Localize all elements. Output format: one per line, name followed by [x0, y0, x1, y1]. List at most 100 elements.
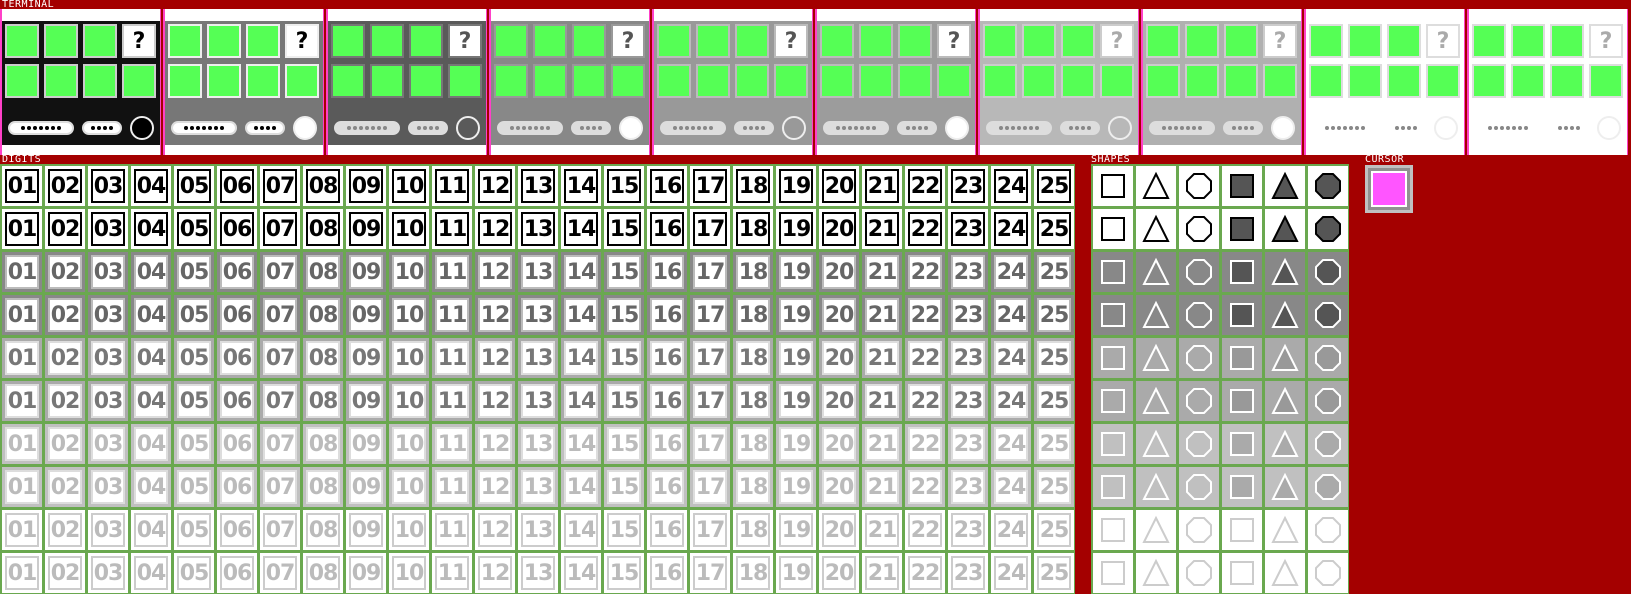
square-filled-icon: [1222, 166, 1262, 206]
digit-label: 08: [306, 341, 340, 375]
port-pin: [842, 126, 846, 130]
digit-label: 23: [951, 384, 985, 418]
digit-tile: 05: [174, 424, 214, 464]
panel-face: ?: [980, 21, 1138, 145]
panel-face: ?: [1469, 21, 1627, 145]
digit-tile: 14: [561, 381, 601, 421]
digit-tile: 19: [776, 381, 816, 421]
digit-tile: 24: [991, 510, 1031, 550]
green-key: [533, 24, 567, 58]
digit-tile: 25: [1034, 467, 1074, 507]
digit-label: 14: [564, 298, 598, 332]
digit-label: 24: [994, 212, 1028, 246]
port-pin: [1325, 126, 1329, 130]
digit-label: 18: [736, 169, 770, 203]
question-key: ?: [774, 24, 808, 58]
port-pin: [254, 126, 258, 130]
green-key: [44, 24, 78, 58]
port-pin: [1494, 126, 1498, 130]
green-key: [657, 64, 691, 98]
digit-label: 18: [736, 255, 770, 289]
question-key: ?: [611, 24, 645, 58]
digit-label: 07: [263, 384, 297, 418]
digit-label: 11: [435, 169, 469, 203]
digit-label: 05: [177, 169, 211, 203]
digit-label: 14: [564, 427, 598, 461]
digit-label: 03: [91, 212, 125, 246]
digit-tile: 11: [432, 381, 472, 421]
green-key: [1309, 64, 1343, 98]
digit-tile: 19: [776, 252, 816, 292]
digit-label: 18: [736, 556, 770, 590]
digit-tile: 24: [991, 295, 1031, 335]
digit-label: 09: [349, 298, 383, 332]
digit-tile: 12: [475, 295, 515, 335]
terminal-panel: ?: [815, 9, 976, 155]
digit-label: 07: [263, 212, 297, 246]
green-key: [168, 24, 202, 58]
digit-label: 13: [521, 212, 555, 246]
port-pin: [1343, 126, 1347, 130]
port-pin: [353, 126, 357, 130]
green-key: [1146, 24, 1180, 58]
port-pin: [196, 126, 200, 130]
digit-tile: 13: [518, 381, 558, 421]
panel-face: ?: [491, 21, 649, 145]
digit-label: 05: [177, 341, 211, 375]
digit-tile: 11: [432, 209, 472, 249]
question-key: ?: [285, 24, 319, 58]
green-key: [83, 64, 117, 98]
triangle-filled-icon: [1265, 510, 1305, 550]
digit-tile: 08: [303, 166, 343, 206]
digit-label: 01: [5, 470, 39, 504]
port-pin: [1250, 126, 1254, 130]
digit-label: 03: [91, 341, 125, 375]
digit-tile: 23: [948, 295, 988, 335]
digit-tile: 07: [260, 295, 300, 335]
digit-tile: 22: [905, 252, 945, 292]
port-pin: [1180, 126, 1184, 130]
terminal-panel: ?: [978, 9, 1139, 155]
port-pin: [417, 126, 421, 130]
digit-label: 01: [5, 169, 39, 203]
port-slot-small: [1549, 121, 1589, 135]
port-pin: [673, 126, 677, 130]
digit-label: 02: [48, 255, 82, 289]
digit-label: 11: [435, 384, 469, 418]
digit-tile: 01: [2, 510, 42, 550]
digit-tile: 16: [647, 338, 687, 378]
digit-tile: 06: [217, 381, 257, 421]
digit-label: 22: [908, 384, 942, 418]
digit-label: 18: [736, 384, 770, 418]
digit-tile: 01: [2, 467, 42, 507]
digit-label: 23: [951, 255, 985, 289]
digit-tile: 10: [389, 252, 429, 292]
green-key: [1426, 64, 1460, 98]
digit-label: 21: [865, 470, 899, 504]
port-slot: [8, 121, 74, 135]
green-key: [409, 64, 443, 98]
triangle-filled-icon: [1265, 166, 1305, 206]
digit-label: 12: [478, 341, 512, 375]
digit-label: 22: [908, 513, 942, 547]
digit-tile: 22: [905, 295, 945, 335]
port-pin: [848, 126, 852, 130]
port-slot: [1149, 121, 1215, 135]
digit-tile: 04: [131, 209, 171, 249]
digit-label: 21: [865, 384, 899, 418]
digit-tile: 17: [690, 510, 730, 550]
digit-label: 20: [822, 298, 856, 332]
digit-label: 03: [91, 298, 125, 332]
triangle-filled-icon: [1265, 252, 1305, 292]
digit-label: 08: [306, 470, 340, 504]
port-pin: [1005, 126, 1009, 130]
square-filled-icon: [1222, 381, 1262, 421]
digit-tile: 15: [604, 553, 644, 593]
digit-tile: 20: [819, 338, 859, 378]
port-pin: [598, 126, 602, 130]
digit-tile: 19: [776, 424, 816, 464]
digit-tile: 18: [733, 338, 773, 378]
port-pin: [97, 126, 101, 130]
panel-face: ?: [328, 21, 486, 145]
green-key: [1309, 24, 1343, 58]
